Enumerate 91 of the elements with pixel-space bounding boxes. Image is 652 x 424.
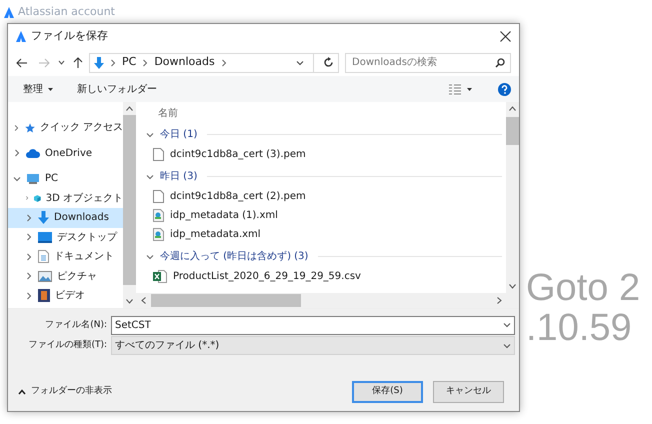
save-button[interactable]: 保存(S) [352, 381, 423, 403]
column-header[interactable]: 名前 [144, 102, 502, 124]
scrollbar[interactable] [123, 102, 136, 308]
scrollbar[interactable] [506, 102, 519, 293]
app-title: Atlassian account [18, 4, 115, 20]
chevron-icon[interactable] [220, 58, 228, 66]
scroll-left-icon[interactable] [141, 297, 146, 304]
nav-item[interactable]: デスクトップ [8, 228, 123, 247]
dropdown-chevron-icon[interactable] [296, 58, 304, 66]
chevron-icon[interactable] [109, 58, 117, 66]
xml-file-icon [153, 228, 164, 241]
chevron-up-icon [18, 389, 26, 395]
chevron-right-icon[interactable] [25, 194, 30, 202]
hide-folders-button[interactable]: フォルダーの非表示 [18, 385, 112, 399]
view-options-icon[interactable] [449, 84, 461, 94]
background-text: Goto 2 [526, 268, 640, 308]
chevron-icon [146, 130, 154, 138]
field-label: ファイルの種類(T): [27, 338, 108, 352]
nav-item[interactable]: 3D オブジェクト [8, 188, 123, 208]
breadcrumb-item[interactable]: PC [122, 54, 136, 71]
chevron-icon [146, 172, 154, 180]
new-folder-button[interactable]: 新しいフォルダー [77, 82, 157, 96]
nav-item[interactable]: ドキュメント [8, 247, 123, 266]
caret-icon[interactable] [467, 88, 472, 90]
scroll-up-icon[interactable] [126, 106, 133, 111]
nav-item[interactable]: ビデオ [8, 286, 123, 306]
star-icon [24, 122, 35, 134]
chevron-right-icon[interactable] [25, 233, 33, 242]
chevron-right-icon[interactable] [13, 149, 21, 158]
monitor-icon [38, 232, 52, 243]
scrollbar-thumb[interactable] [151, 294, 301, 307]
scroll-down-icon[interactable] [509, 284, 516, 289]
nav-item[interactable]: OneDrive [8, 144, 123, 163]
logo-icon [4, 6, 14, 18]
scroll-down-icon[interactable] [126, 299, 133, 304]
chevron-icon[interactable] [141, 58, 150, 66]
dropdown-chevron-icon[interactable] [503, 321, 511, 329]
file-row[interactable]: dcint9c1db8a_cert (2).pem [144, 187, 502, 206]
scroll-right-icon[interactable] [497, 297, 502, 304]
chevron-right-icon[interactable] [25, 214, 33, 222]
scroll-up-icon[interactable] [509, 106, 516, 111]
nav-item[interactable]: ピクチャ [8, 266, 123, 286]
nav-item[interactable]: Downloads [8, 208, 123, 228]
address-bar[interactable]: PC Downloads [89, 52, 339, 72]
download-arrow-icon [38, 211, 49, 224]
cloud-icon [26, 148, 40, 158]
chevron-down-icon[interactable] [13, 174, 21, 183]
background-text: .10.59 [526, 308, 633, 348]
cancel-button[interactable]: キャンセル [433, 381, 504, 403]
scrollbar-thumb[interactable] [506, 117, 519, 145]
file-type-dropdown[interactable]: すべてのファイル (*.*) [111, 336, 515, 355]
blank-file-icon [153, 190, 164, 203]
nav-item[interactable]: PC [8, 169, 123, 188]
nav-item[interactable]: クイック アクセス [8, 118, 123, 138]
download-arrow-icon [94, 56, 104, 68]
breadcrumb-item[interactable]: Downloads [154, 54, 215, 71]
file-name-field[interactable]: SetCST [111, 316, 515, 335]
picture-icon [38, 270, 52, 282]
search-icon[interactable] [495, 58, 505, 68]
xml-file-icon [153, 209, 164, 222]
chevron-right-icon[interactable] [13, 124, 20, 132]
refresh-icon[interactable] [323, 57, 334, 68]
chevron-right-icon[interactable] [25, 292, 33, 300]
document-icon [38, 250, 49, 264]
window-title: ファイルを保存 [31, 28, 109, 44]
field-label: ファイル名(N): [44, 318, 108, 332]
group-header[interactable]: 今日 (1) [144, 124, 502, 145]
blank-file-icon [153, 148, 164, 161]
search-field[interactable]: Downloadsの検索 [345, 52, 511, 72]
back-arrow-icon[interactable] [16, 58, 28, 68]
caret-icon[interactable] [58, 60, 65, 65]
chevron-right-icon[interactable] [25, 272, 33, 280]
file-row[interactable]: idp_metadata (1).xml [144, 206, 502, 225]
film-icon [38, 289, 50, 302]
logo-icon [16, 31, 26, 42]
dropdown-chevron-icon[interactable] [503, 342, 511, 350]
organize-button[interactable]: 整理 [23, 82, 53, 96]
computer-icon [26, 172, 40, 185]
chevron-right-icon[interactable] [25, 252, 33, 261]
group-header[interactable]: 昨日 (3) [144, 166, 502, 187]
caret-icon [48, 88, 53, 90]
chevron-icon [146, 252, 154, 260]
file-row[interactable]: dcint9c1db8a_cert (3).pem [144, 145, 502, 164]
group-header[interactable]: 今週に入って (昨日は含めず) (3) [144, 246, 502, 267]
help-icon[interactable] [498, 82, 511, 96]
file-row[interactable]: ProductList_2020_6_29_19_29_59.csv [144, 267, 502, 286]
scrollbar-thumb[interactable] [123, 115, 136, 285]
close-icon[interactable] [500, 31, 511, 42]
file-row[interactable]: idp_metadata.xml [144, 225, 502, 244]
spreadsheet-file-icon [153, 270, 167, 283]
up-arrow-icon[interactable] [73, 56, 83, 68]
